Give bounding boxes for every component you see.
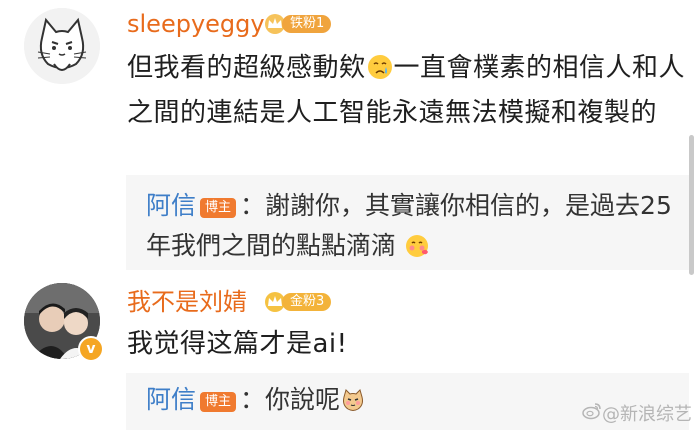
reply-author[interactable]: 阿信 [146, 385, 196, 414]
comment-username[interactable]: sleepyeggy [127, 9, 265, 39]
watermark: @新浪综艺 [582, 400, 692, 426]
comment-text: 但我看的超級感動欸 一直會樸素的相信人和人之間的連結是人工智能永遠無法模擬和複製的 [127, 48, 687, 133]
reply-text: 阿信 博主 ：謝謝你，其實讓你相信的，是過去25年我們之間的點點滴滴 [146, 186, 676, 271]
comment-text: 我觉得这篇才是ai! [127, 329, 348, 359]
reply-separator: ： [240, 385, 266, 414]
fan-level-label: 金粉3 [282, 293, 332, 311]
fan-level-label: 铁粉1 [282, 15, 332, 33]
comment-thread: sleepyeggy 铁粉1 但我看的超級感動欸 一直會樸素的相信人和人之間的連結… [0, 0, 700, 430]
reply-body: 你說呢 [265, 385, 341, 414]
reply-separator: ： [240, 191, 266, 220]
cat-avatar-icon[interactable] [24, 8, 100, 84]
shy-cat-icon [340, 385, 366, 425]
watermark-text: @新浪综艺 [602, 404, 692, 425]
blushing-face-icon [404, 231, 430, 271]
verified-v-icon: v [78, 336, 104, 362]
fan-level-badge[interactable]: 金粉3 [262, 291, 332, 313]
scrollbar[interactable] [689, 135, 694, 275]
comment-text-part: 但我看的超級感動欸 [127, 53, 366, 83]
crying-face-icon [366, 53, 394, 93]
reply-box[interactable]: 阿信 博主 ：謝謝你，其實讓你相信的，是過去25年我們之間的點點滴滴 [126, 175, 689, 270]
blogger-badge: 博主 [200, 392, 237, 412]
comment-username[interactable]: 我不是刘婧 [127, 287, 247, 317]
fan-level-badge[interactable]: 铁粉1 [262, 13, 332, 35]
weibo-logo-icon [582, 402, 602, 425]
blogger-badge: 博主 [200, 198, 237, 218]
reply-author[interactable]: 阿信 [146, 191, 196, 220]
